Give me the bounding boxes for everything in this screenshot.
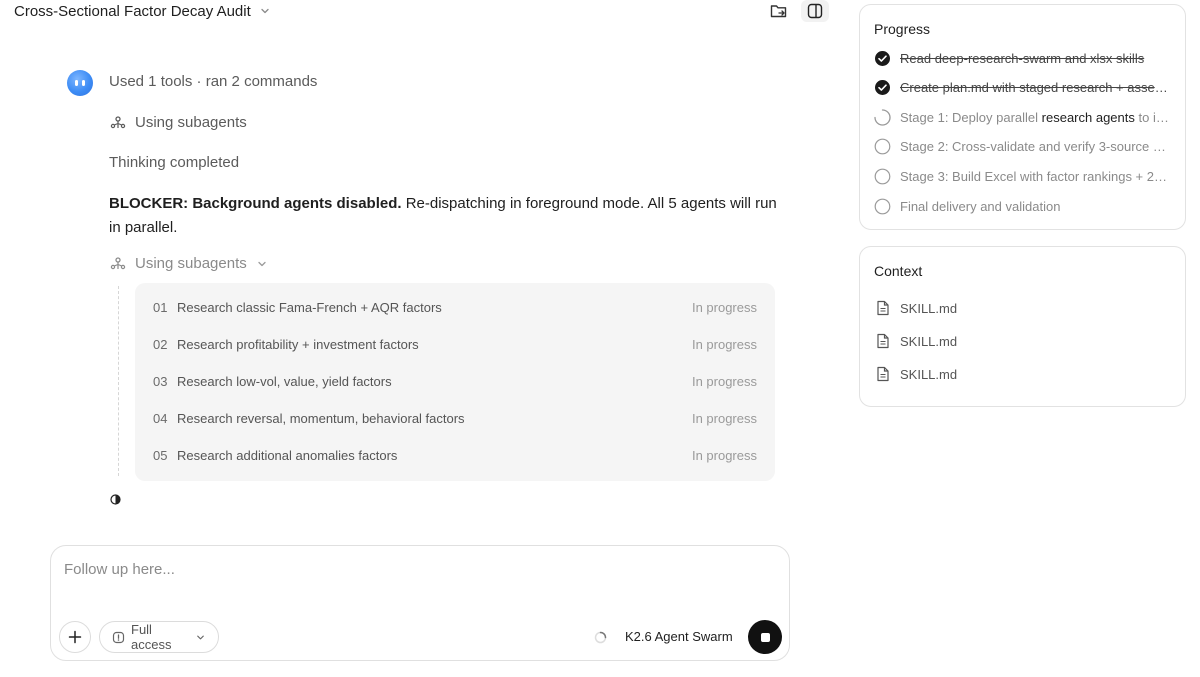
subagents-icon: [110, 115, 126, 131]
check-circle-icon: [874, 50, 891, 67]
blocker-message: BLOCKER: Background agents disabled. Re-…: [109, 192, 779, 240]
check-circle-icon: [874, 79, 891, 96]
chevron-down-icon: [256, 258, 268, 270]
shield-alert-icon: [112, 631, 125, 644]
used-tools-summary[interactable]: Used 1 tools · ran 2 commands: [109, 73, 317, 90]
subagent-status: In progress: [691, 411, 757, 426]
progress-step[interactable]: Stage 1: Deploy parallel research agents…: [874, 109, 1174, 126]
context-file-name: SKILL.md: [900, 333, 958, 349]
progress-step-text: Read deep-research-swarm and xlsx skills: [900, 51, 1145, 66]
empty-circle-icon: [874, 198, 891, 215]
access-mode-button[interactable]: Full access: [99, 621, 219, 653]
progress-step-text: Final delivery and validation: [900, 199, 1061, 214]
chat-title[interactable]: Cross-Sectional Factor Decay Audit: [14, 2, 271, 20]
chat-title-text: Cross-Sectional Factor Decay Audit: [14, 2, 251, 20]
subagent-label: Research classic Fama-French + AQR facto…: [177, 300, 442, 315]
model-selector[interactable]: K2.6 Agent Swarm: [625, 629, 733, 644]
subagent-number: 05: [153, 448, 168, 463]
progress-step[interactable]: Create plan.md with staged research + as…: [874, 79, 1174, 96]
subagent-row[interactable]: 01 Research classic Fama-French + AQR fa…: [153, 289, 757, 326]
progress-step[interactable]: Final delivery and validation: [874, 198, 1174, 215]
subagents-list: 01 Research classic Fama-French + AQR fa…: [135, 283, 775, 481]
using-subagents-label: Using subagents: [135, 255, 247, 272]
context-file-name: SKILL.md: [900, 300, 958, 316]
follow-up-input[interactable]: [64, 558, 764, 580]
chevron-down-icon: [195, 632, 206, 643]
progress-step[interactable]: Stage 2: Cross-validate and verify 3-sou…: [874, 138, 1174, 155]
empty-circle-icon: [874, 138, 891, 155]
context-title: Context: [874, 263, 923, 279]
progress-step-text: Stage 2: Cross-validate and verify 3-sou…: [900, 139, 1170, 154]
subagent-number: 02: [153, 337, 168, 352]
loading-spinner-icon: [110, 494, 121, 505]
context-file[interactable]: SKILL.md: [876, 333, 957, 349]
chevron-down-icon: [259, 5, 271, 17]
progress-step[interactable]: Read deep-research-swarm and xlsx skills: [874, 50, 1174, 67]
access-mode-label: Full access: [131, 622, 172, 652]
progress-step-text: Stage 1: Deploy parallel research agents…: [900, 110, 1170, 125]
progress-step-text: Stage 3: Build Excel with factor ranking…: [900, 169, 1170, 184]
tree-connector: [118, 286, 119, 476]
stop-button[interactable]: [748, 620, 782, 654]
subagent-number: 04: [153, 411, 168, 426]
subagent-row[interactable]: 03 Research low-vol, value, yield factor…: [153, 363, 757, 400]
plus-icon: [68, 630, 82, 644]
subagents-icon: [110, 256, 126, 272]
subagent-row[interactable]: 02 Research profitability + investment f…: [153, 326, 757, 363]
subagent-label: Research profitability + investment fact…: [177, 337, 419, 352]
using-subagents-label: Using subagents: [135, 114, 247, 131]
file-icon: [876, 366, 890, 382]
context-file[interactable]: SKILL.md: [876, 300, 957, 316]
subagent-row[interactable]: 05 Research additional anomalies factors…: [153, 437, 757, 474]
spinner-circle-icon: [874, 109, 891, 126]
subagent-number: 03: [153, 374, 168, 389]
progress-step-text: Create plan.md with staged research + as…: [900, 80, 1170, 95]
using-subagents-toggle[interactable]: Using subagents: [110, 255, 268, 272]
file-icon: [876, 333, 890, 349]
blocker-title: BLOCKER: Background agents disabled.: [109, 195, 402, 212]
toggle-panel-icon[interactable]: [801, 0, 829, 22]
subagent-row[interactable]: 04 Research reversal, momentum, behavior…: [153, 400, 757, 437]
subagent-label: Research additional anomalies factors: [177, 448, 398, 463]
subagent-number: 01: [153, 300, 168, 315]
subagent-status: In progress: [691, 300, 757, 315]
empty-circle-icon: [874, 168, 891, 185]
model-loading-spinner-icon: [594, 631, 607, 644]
subagent-label: Research low-vol, value, yield factors: [177, 374, 392, 389]
folder-open-icon[interactable]: [768, 1, 790, 21]
subagent-status: In progress: [691, 448, 757, 463]
using-subagents-status: Using subagents: [110, 114, 247, 131]
context-file[interactable]: SKILL.md: [876, 366, 957, 382]
add-attachment-button[interactable]: [59, 621, 91, 653]
file-icon: [876, 300, 890, 316]
assistant-avatar: [67, 70, 93, 96]
subagent-status: In progress: [691, 337, 757, 352]
progress-title: Progress: [874, 21, 931, 37]
subagent-status: In progress: [691, 374, 757, 389]
stop-icon: [760, 632, 770, 642]
context-file-name: SKILL.md: [900, 366, 958, 382]
thinking-status[interactable]: Thinking completed: [109, 154, 239, 171]
progress-step[interactable]: Stage 3: Build Excel with factor ranking…: [874, 168, 1174, 185]
subagent-label: Research reversal, momentum, behavioral …: [177, 411, 465, 426]
